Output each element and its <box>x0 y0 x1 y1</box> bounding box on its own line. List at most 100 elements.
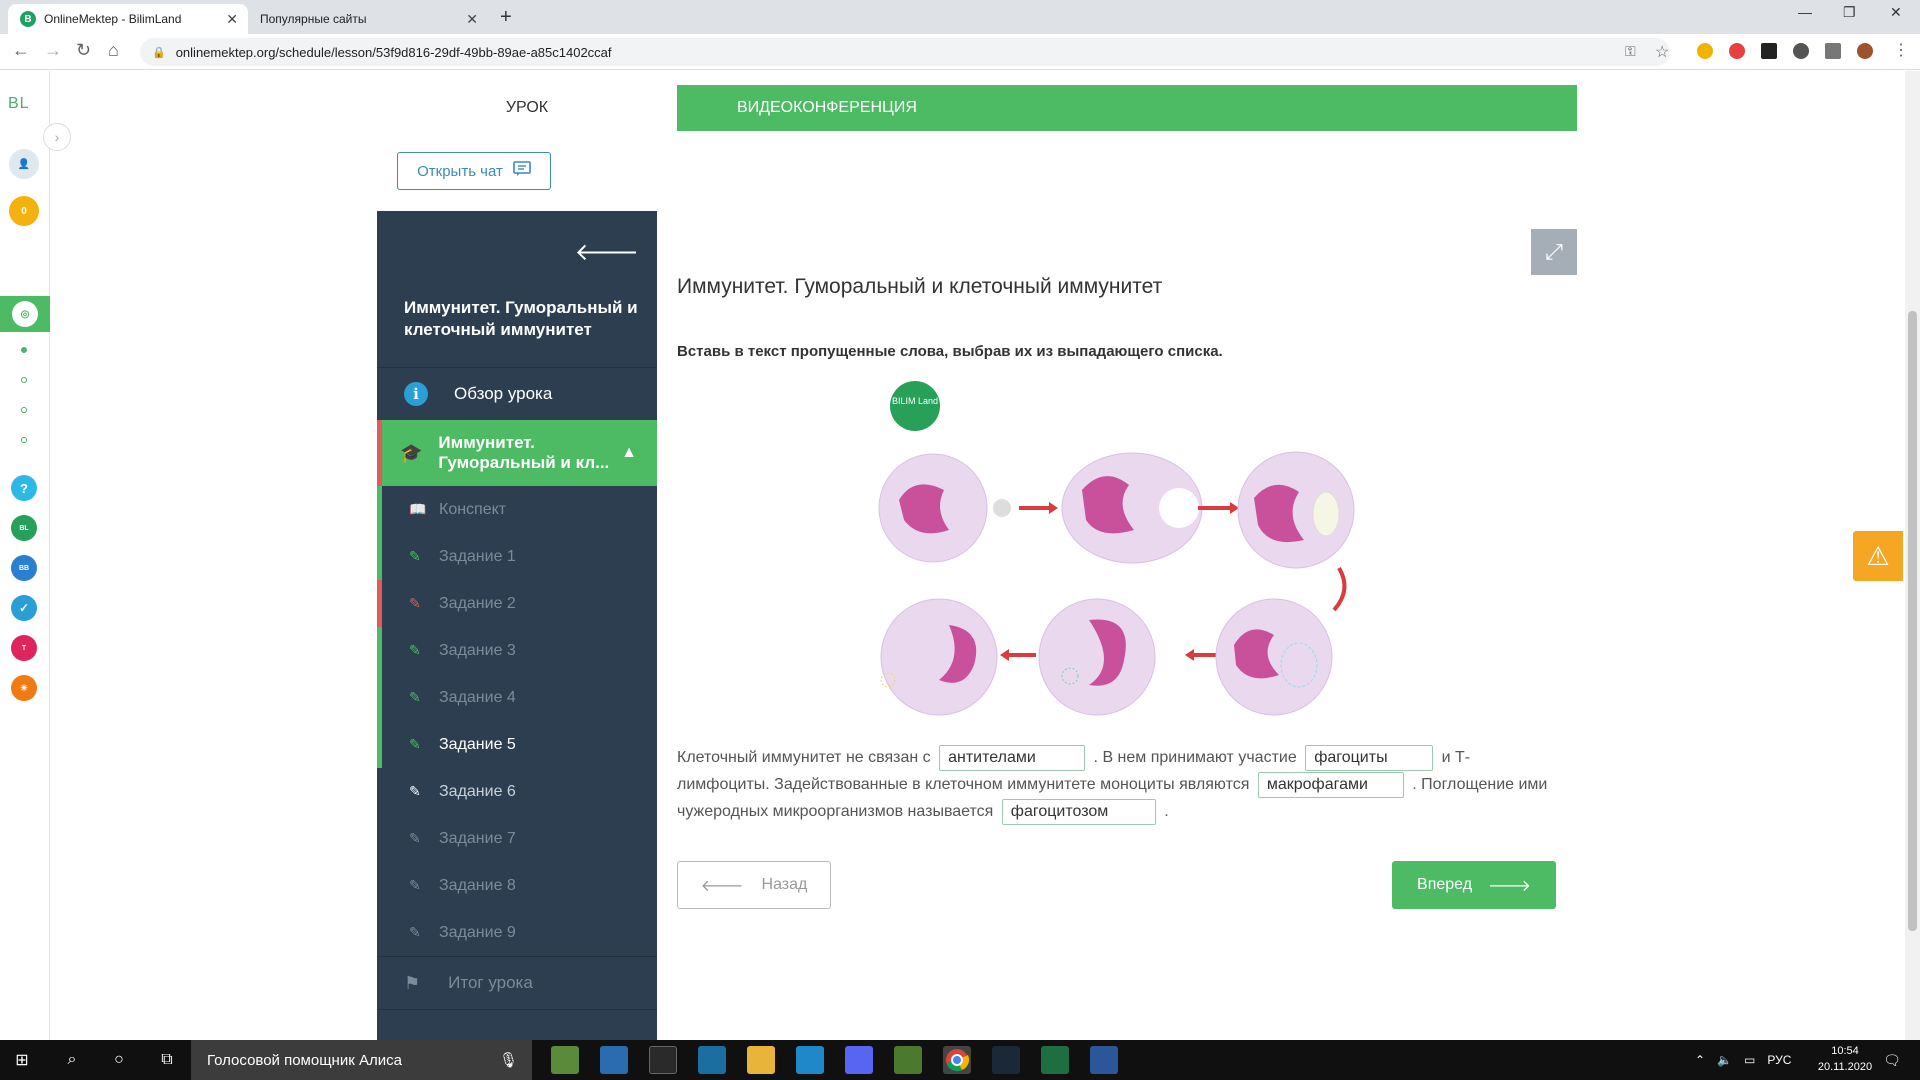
close-tab-icon[interactable]: ✕ <box>226 11 238 28</box>
sidebar-item-task-3[interactable]: ✎ Задание 3 <box>377 627 657 674</box>
sidebar-item-task-4[interactable]: ✎ Задание 4 <box>377 674 657 721</box>
discord-app-icon[interactable] <box>845 1046 873 1074</box>
open-chat-button[interactable]: Открыть чат <box>397 152 551 190</box>
sidebar-item-konspekt[interactable]: 📖 Конспект <box>377 486 657 533</box>
url-field[interactable]: 🔒 onlinemektep.org/schedule/lesson/53f9d… <box>140 38 1670 66</box>
new-tab-icon[interactable]: + <box>500 6 512 29</box>
epic-games-app-icon[interactable] <box>649 1046 677 1074</box>
minecraft-app-icon[interactable] <box>551 1046 579 1074</box>
browser-tab-active[interactable]: B OnlineMektep - BilimLand ✕ <box>8 4 248 34</box>
extension-icon[interactable] <box>1729 43 1745 59</box>
network-icon[interactable]: ▭ <box>1744 1053 1755 1067</box>
tab-lesson[interactable]: УРОК <box>377 85 677 131</box>
tray-chevron-up-icon[interactable]: ⌃ <box>1695 1053 1705 1067</box>
checklist-app-icon[interactable]: ✓ <box>11 595 37 621</box>
minecraft-launcher-icon[interactable] <box>894 1046 922 1074</box>
help-icon[interactable]: ? <box>11 475 37 501</box>
excel-app-icon[interactable] <box>1041 1046 1069 1074</box>
profile-avatar-icon[interactable] <box>1857 43 1873 59</box>
file-explorer-icon[interactable] <box>747 1046 775 1074</box>
scrollbar-thumb[interactable] <box>1908 311 1917 931</box>
bilimland-logo[interactable]: BL <box>8 95 30 113</box>
rail-dot[interactable] <box>21 377 27 383</box>
language-indicator[interactable]: РУС <box>1767 1053 1791 1067</box>
chevron-up-icon[interactable]: ▲ <box>621 444 637 462</box>
browser-tab[interactable]: Популярные сайты ✕ <box>248 4 488 34</box>
bilimbook-app-icon[interactable]: BB <box>11 555 37 581</box>
close-window-icon[interactable]: ✕ <box>1890 4 1902 21</box>
page-scrollbar[interactable] <box>1905 71 1920 1040</box>
sidebar-item-task-5[interactable]: ✎ Задание 5 <box>377 721 657 768</box>
back-arrow-icon[interactable]: ← <box>12 40 30 61</box>
bilimland-app-icon[interactable]: BL <box>11 515 37 541</box>
key-icon[interactable]: ⚿ <box>1625 43 1636 60</box>
voice-assistant-search[interactable]: Голосовой помощник Алиса 🎙 <box>191 1040 532 1080</box>
sidebar-item-task-6[interactable]: ✎ Задание 6 <box>377 768 657 815</box>
sidebar-section-label: Иммунитет. Гуморальный и кл... <box>438 433 610 472</box>
close-tab-icon[interactable]: ✕ <box>466 11 478 28</box>
sidebar-item-lesson-summary[interactable]: ⚑ Итог урока <box>377 956 657 1010</box>
next-button-label: Вперед <box>1417 876 1473 893</box>
flag-icon: ⚑ <box>404 972 421 993</box>
sidebar-item-label: Задание 3 <box>439 641 516 659</box>
search-icon[interactable]: ⌕ <box>60 1048 84 1072</box>
user-avatar[interactable]: 👤 <box>9 149 39 179</box>
next-button[interactable]: Вперед 🡒 <box>1392 861 1556 909</box>
sidebar-item-task-8[interactable]: ✎ Задание 8 <box>377 862 657 909</box>
rail-dot[interactable] <box>21 407 27 413</box>
rail-active-item[interactable]: ◎ <box>0 296 50 332</box>
sidebar-item-task-9[interactable]: ✎ Задание 9 <box>377 909 657 956</box>
reload-icon[interactable]: ↻ <box>76 40 91 61</box>
extension-icon[interactable] <box>1793 43 1809 59</box>
microphone-icon[interactable]: 🎙 <box>499 1051 518 1069</box>
tab-videoconference[interactable]: ВИДЕОКОНФЕРЕНЦИЯ <box>677 85 1577 131</box>
answer-dropdown-1[interactable]: антителами <box>939 744 1086 771</box>
imektep-app-icon[interactable]: ☀ <box>11 675 37 701</box>
clock[interactable]: 10:54 20.11.2020 <box>1810 1043 1880 1075</box>
search-placeholder: Голосовой помощник Алиса <box>207 1051 402 1069</box>
collapse-sidebar-arrow-icon[interactable]: 🡐 <box>575 237 639 267</box>
task-view-icon[interactable]: ⧉ <box>155 1048 179 1072</box>
puzzle-icon[interactable] <box>1825 43 1841 59</box>
alice-assistant-icon[interactable]: ○ <box>107 1048 131 1072</box>
answer-dropdown-4[interactable]: фагоцитозом <box>1001 798 1156 825</box>
windows-start-icon[interactable]: ⊞ <box>10 1048 34 1072</box>
extension-icon[interactable] <box>1761 43 1777 59</box>
sidebar-item-overview[interactable]: i Обзор урока <box>377 368 657 420</box>
edit-icon: ✎ <box>409 595 421 611</box>
sidebar-item-task-7[interactable]: ✎ Задание 7 <box>377 815 657 862</box>
fullscreen-expand-icon[interactable]: ⤢ <box>1531 229 1577 275</box>
volume-icon[interactable]: 🔈 <box>1717 1053 1732 1067</box>
answer-dropdown-2[interactable]: фагоциты <box>1305 744 1434 771</box>
chrome-app-icon[interactable] <box>943 1046 971 1074</box>
expand-rail-chevron-icon[interactable]: › <box>43 123 71 151</box>
forward-arrow-icon[interactable]: → <box>44 40 62 61</box>
maximize-icon[interactable]: ❐ <box>1843 4 1856 21</box>
notifications-icon[interactable]: 🗨 <box>1880 1048 1904 1072</box>
home-icon[interactable]: ⌂ <box>108 40 119 61</box>
word-app-icon[interactable] <box>1090 1046 1118 1074</box>
app-icon[interactable] <box>698 1046 726 1074</box>
coin-counter[interactable]: 0 <box>9 196 39 226</box>
store-app-icon[interactable] <box>600 1046 628 1074</box>
system-tray: ⌃ 🔈 ▭ РУС <box>1695 1040 1791 1080</box>
twig-app-icon[interactable]: T <box>11 635 37 661</box>
sidebar-item-label: Задание 4 <box>439 688 516 706</box>
rail-dot[interactable] <box>21 347 27 353</box>
minimize-icon[interactable]: — <box>1798 4 1812 20</box>
answer-dropdown-3[interactable]: макрофагами <box>1257 771 1404 798</box>
app-icon[interactable] <box>796 1046 824 1074</box>
edit-icon: ✎ <box>409 736 421 752</box>
sidebar-section-active[interactable]: 🎓 Иммунитет. Гуморальный и кл... ▲ <box>377 420 657 486</box>
extension-icon[interactable] <box>1697 43 1713 59</box>
sidebar-item-task-2[interactable]: ✎ Задание 2 <box>377 580 657 627</box>
rail-dot[interactable] <box>21 437 27 443</box>
sidebar-lesson-title: Иммунитет. Гуморальный и клеточный иммун… <box>404 298 638 339</box>
menu-dots-icon[interactable]: ⋮ <box>1893 40 1909 60</box>
report-warning-icon[interactable]: ⚠ <box>1853 531 1903 581</box>
steam-app-icon[interactable] <box>992 1046 1020 1074</box>
left-rail: BL › 👤 0 ◎ ? BL BB ✓ T ☀ <box>0 71 71 1040</box>
sidebar-item-task-1[interactable]: ✎ Задание 1 <box>377 533 657 580</box>
bookmark-star-icon[interactable]: ☆ <box>1655 42 1669 62</box>
back-button[interactable]: 🡐 Назад <box>677 861 831 909</box>
